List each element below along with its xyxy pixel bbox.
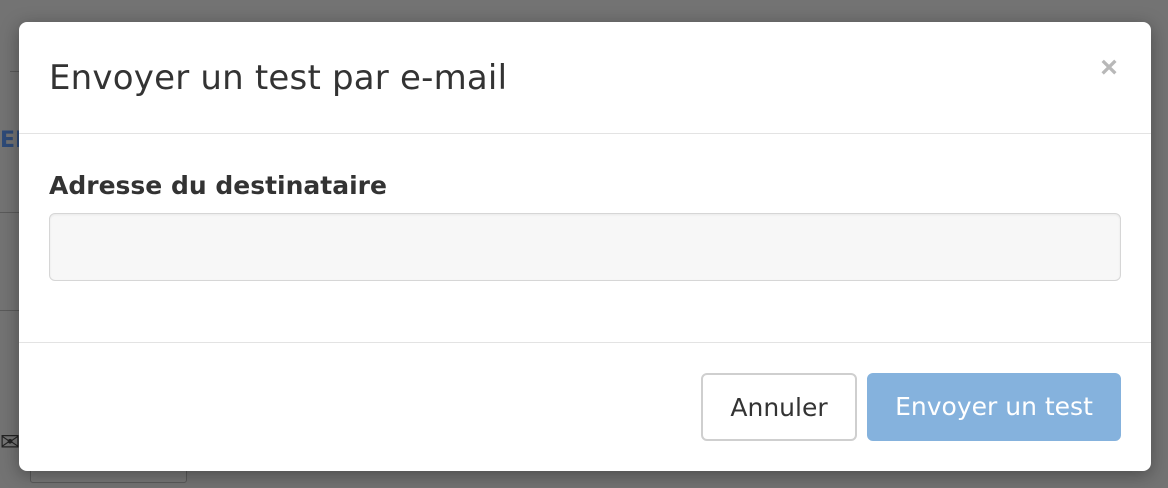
- background-divider: [0, 310, 20, 311]
- send-test-button[interactable]: Envoyer un test: [867, 373, 1121, 441]
- envelope-icon: ✉: [0, 428, 21, 456]
- send-test-email-dialog: Envoyer un test par e-mail × Adresse du …: [19, 22, 1151, 471]
- close-icon[interactable]: ×: [1097, 53, 1121, 83]
- recipient-email-input[interactable]: [49, 213, 1121, 281]
- dialog-footer: Annuler Envoyer un test: [19, 342, 1151, 471]
- dialog-header: Envoyer un test par e-mail ×: [19, 22, 1151, 134]
- dialog-body: Adresse du destinataire: [19, 134, 1151, 342]
- cancel-button[interactable]: Annuler: [701, 373, 857, 441]
- dialog-title: Envoyer un test par e-mail: [49, 58, 508, 98]
- recipient-address-label: Adresse du destinataire: [49, 171, 387, 200]
- background-divider: [0, 212, 20, 213]
